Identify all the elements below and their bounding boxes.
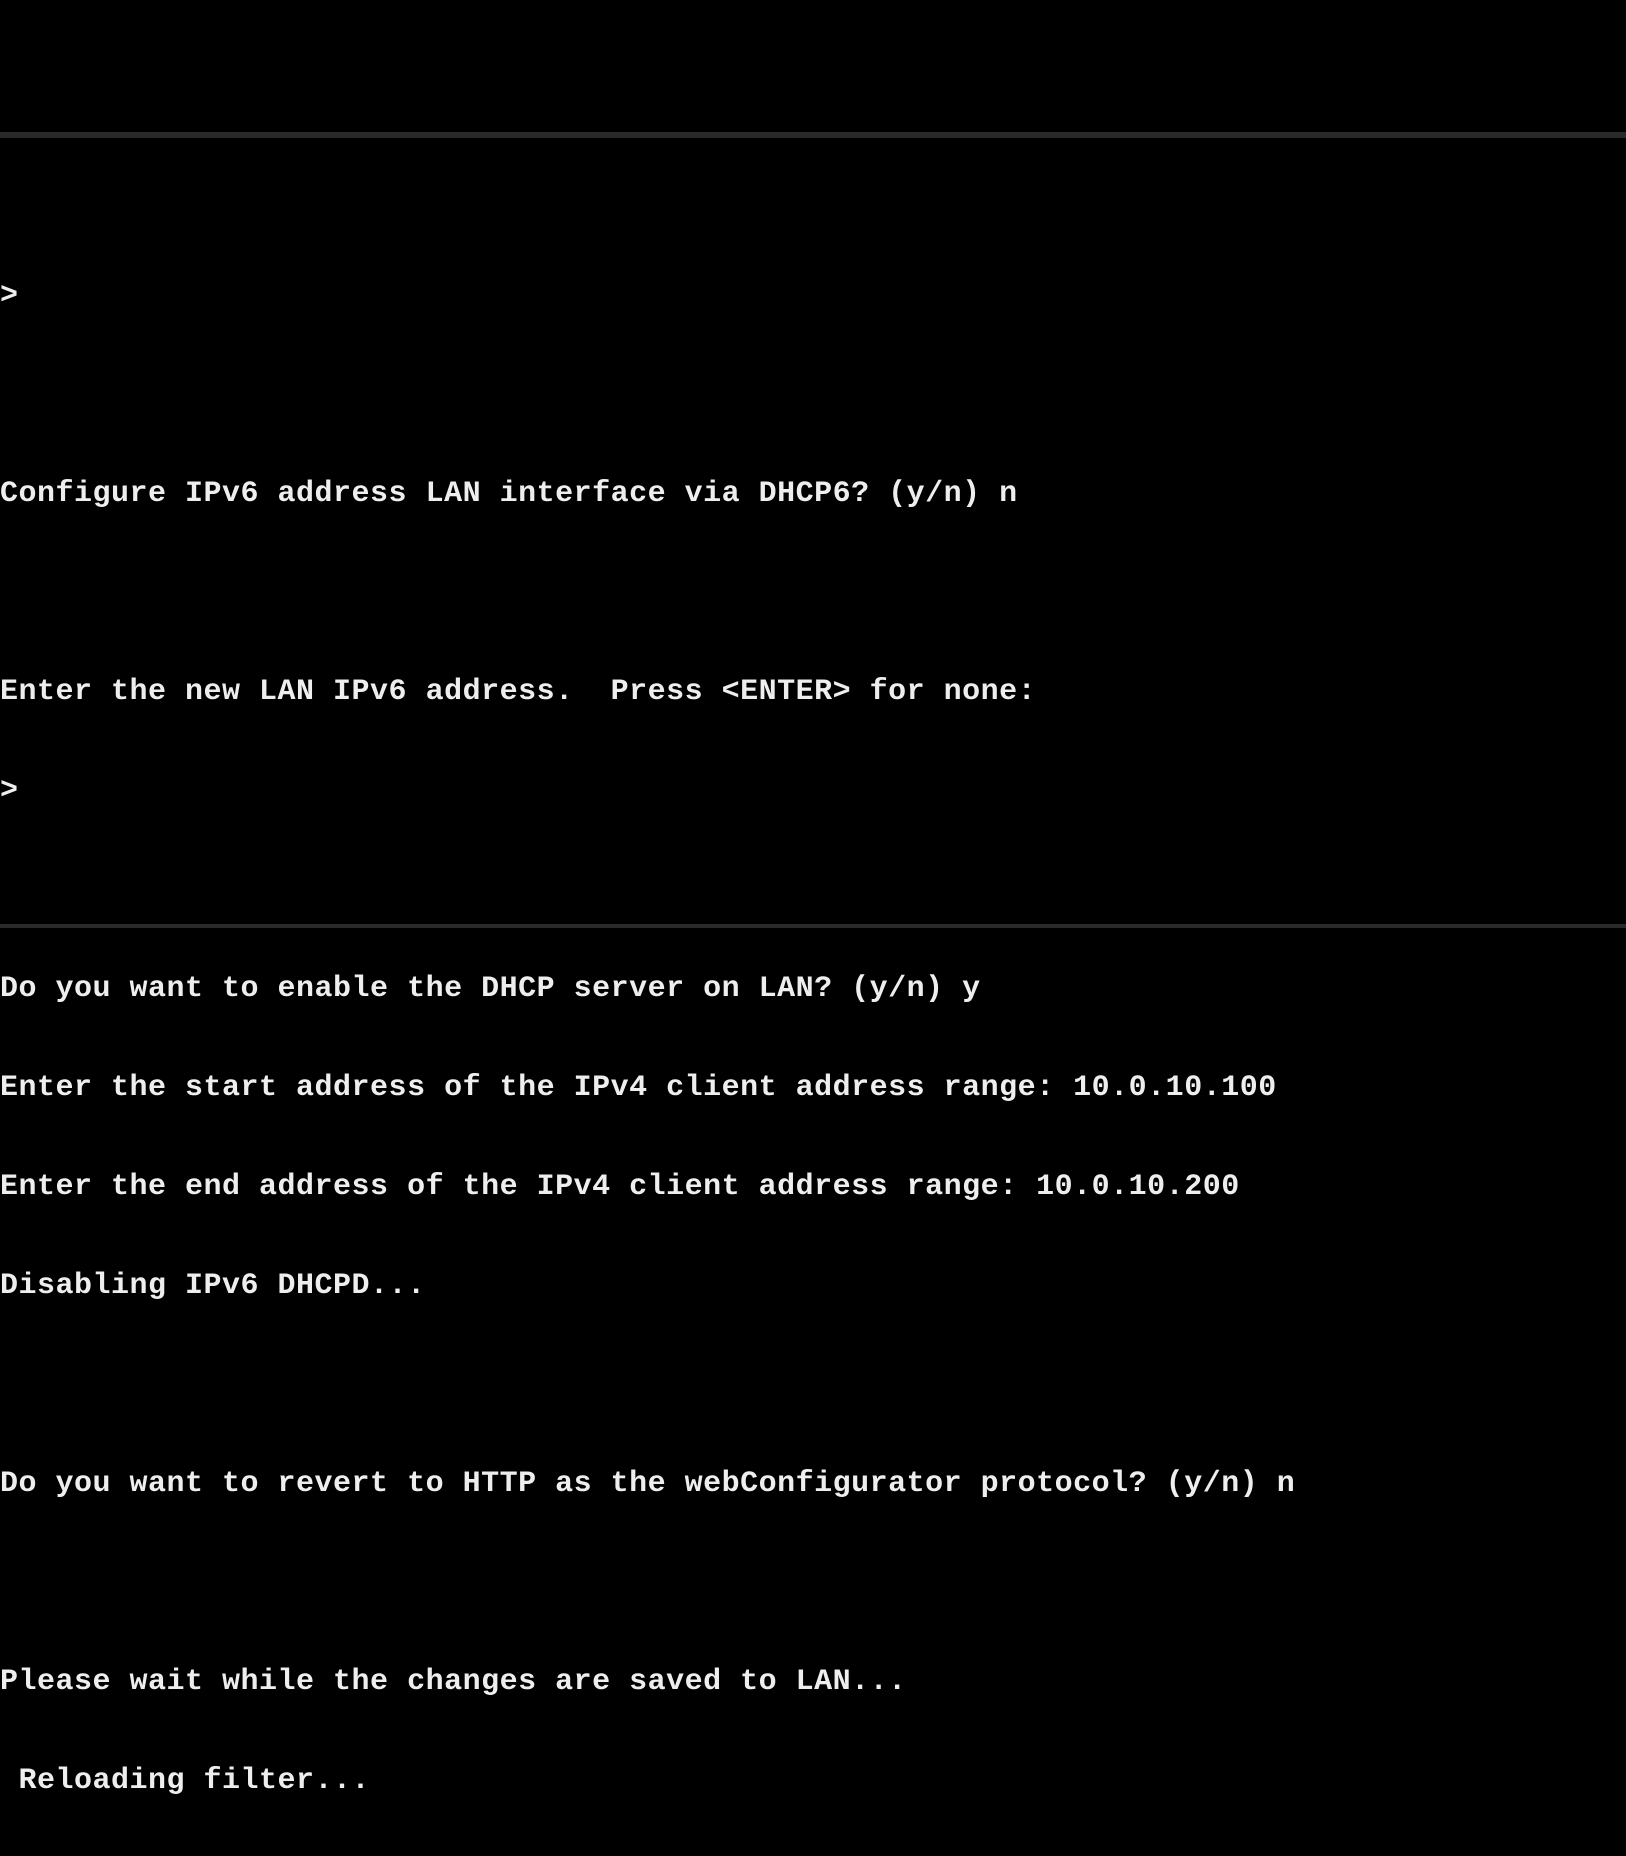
terminal-line-prompt: >: [0, 775, 1626, 808]
terminal-line-blank: [0, 874, 1626, 907]
terminal-line-ipv6-dhcp6-prompt: Configure IPv6 address LAN interface via…: [0, 478, 1626, 511]
terminal-line-prompt: >: [0, 280, 1626, 313]
terminal-line-disable-dhcpd: Disabling IPv6 DHCPD...: [0, 1270, 1626, 1303]
terminal-line-please-wait: Please wait while the changes are saved …: [0, 1666, 1626, 1699]
terminal-line-blank: [0, 577, 1626, 610]
terminal-line-blank: [0, 1567, 1626, 1600]
terminal-line-blank: [0, 1369, 1626, 1402]
terminal-line-http-revert-prompt: Do you want to revert to HTTP as the web…: [0, 1468, 1626, 1501]
terminal-output[interactable]: > Configure IPv6 address LAN interface v…: [0, 204, 1626, 1856]
window-bottom-border: [0, 924, 1626, 928]
terminal-line-ipv6-address-prompt: Enter the new LAN IPv6 address. Press <E…: [0, 676, 1626, 709]
terminal-line-blank: [0, 379, 1626, 412]
terminal-line-end-address: Enter the end address of the IPv4 client…: [0, 1171, 1626, 1204]
terminal-line-reloading-filter: Reloading filter...: [0, 1765, 1626, 1798]
terminal-line-start-address: Enter the start address of the IPv4 clie…: [0, 1072, 1626, 1105]
terminal-line-dhcp-enable-prompt: Do you want to enable the DHCP server on…: [0, 973, 1626, 1006]
window-top-border: [0, 132, 1626, 138]
